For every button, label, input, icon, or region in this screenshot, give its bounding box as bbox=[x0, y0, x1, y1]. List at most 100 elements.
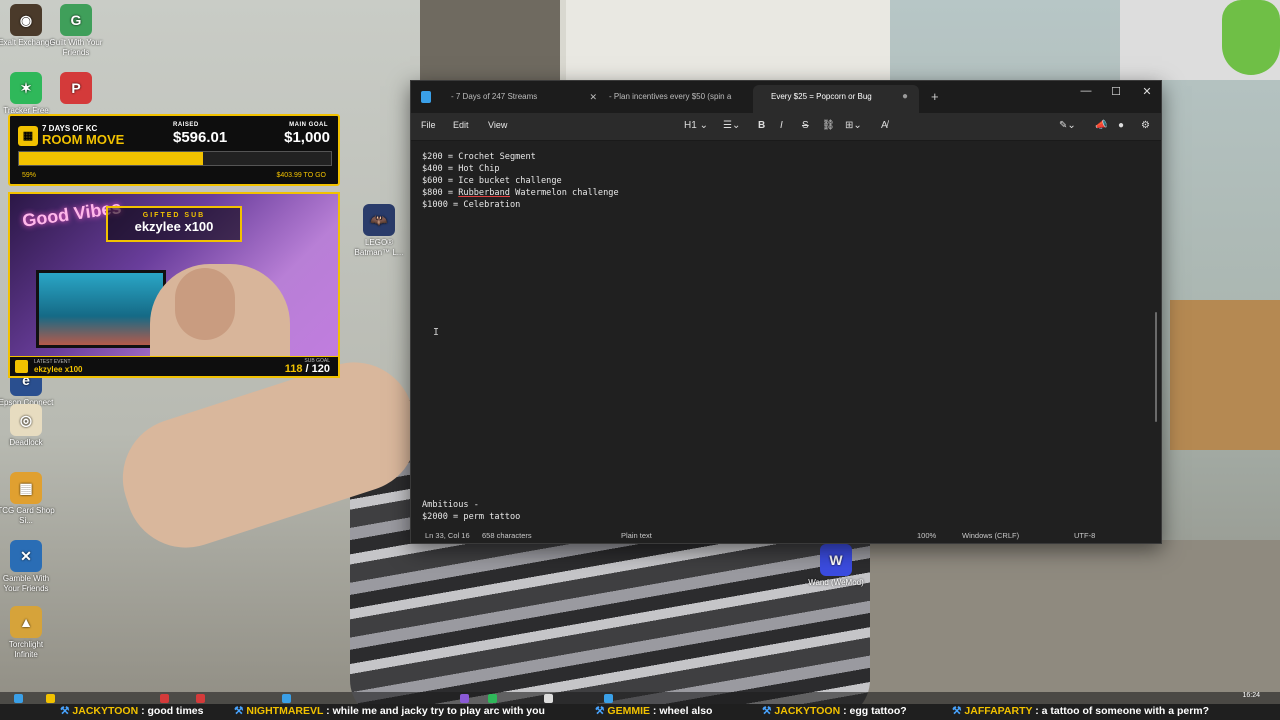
clear-formatting-icon[interactable]: A̸ bbox=[881, 120, 888, 131]
tab-label: Every $25 = Popcorn or Bug bbox=[771, 92, 872, 101]
chat-message: ⚒ JACKYTOON : good times bbox=[60, 705, 204, 717]
start-button-icon[interactable] bbox=[14, 694, 23, 703]
guilt-with-friends-icon: G bbox=[60, 4, 92, 36]
desktop-icon-gamble-with-friends[interactable]: ✕ Gamble With Your Friends bbox=[0, 540, 56, 594]
menu-bar: File Edit View H1 ⌄ ☰⌄ B I S ⛓ ⊞⌄ A̸ ✎⌄ … bbox=[411, 113, 1161, 141]
account-icon[interactable]: ● bbox=[1118, 120, 1124, 131]
taskbar-app-icon[interactable] bbox=[460, 694, 469, 703]
notepad-app-icon bbox=[421, 91, 431, 103]
latest-event-icon bbox=[15, 360, 28, 373]
chat-text: : a tattoo of someone with a perm? bbox=[1032, 705, 1210, 717]
bold-button[interactable]: B bbox=[758, 120, 765, 131]
wand-wemod-icon: W bbox=[820, 544, 852, 576]
desktop-icon-tcg-card-shop[interactable]: ▦ TCG Card Shop Si... bbox=[0, 472, 56, 526]
raised-value: $596.01 bbox=[173, 129, 228, 146]
editor-line: $1000 = Celebration bbox=[422, 200, 521, 210]
chat-message: ⚒ JAFFAPARTY : a tattoo of someone with a… bbox=[952, 705, 1209, 717]
copilot-icon[interactable]: ✎⌄ bbox=[1059, 120, 1076, 131]
tab-plan-incentives[interactable]: - Plan incentives every $50 (spin a bbox=[591, 85, 749, 113]
taskbar: 16:24 bbox=[0, 692, 1280, 704]
link-icon[interactable]: ⛓ bbox=[822, 120, 835, 131]
sub-goal-total: / 120 bbox=[305, 363, 330, 375]
format-indicator[interactable]: Plain text bbox=[621, 531, 652, 540]
desktop-icon-label: Gamble With Your Friends bbox=[2, 574, 50, 593]
new-tab-button[interactable]: + bbox=[931, 89, 939, 104]
chat-text: : while me and jacky try to play arc wit… bbox=[323, 705, 545, 717]
editor-line: $2000 = perm tattoo bbox=[422, 512, 521, 522]
chat-message: ⚒ GEMMIE : wheel also bbox=[595, 705, 712, 717]
taskbar-app-icon[interactable] bbox=[160, 694, 169, 703]
line-ending[interactable]: Windows (CRLF) bbox=[962, 531, 1019, 540]
chat-username: JACKYTOON bbox=[72, 705, 139, 717]
chat-ticker: ⚒ JACKYTOON : good times ⚒ NIGHTMAREVL : wh… bbox=[0, 704, 1280, 720]
desktop-icon-label: TCG Card Shop Si... bbox=[0, 506, 55, 525]
moderator-badge-icon: ⚒ bbox=[60, 705, 70, 717]
tab-7-days[interactable]: - 7 Days of 247 Streams ✕ bbox=[433, 85, 607, 113]
table-dropdown-icon[interactable]: ⊞⌄ bbox=[845, 120, 862, 131]
close-button[interactable]: ✕ bbox=[1132, 85, 1162, 98]
notepad-taskbar-icon[interactable] bbox=[604, 694, 613, 703]
main-goal-value: $1,000 bbox=[284, 129, 330, 146]
desktop-icon-guilt-with-friends[interactable]: G Guilt With Your Friends bbox=[46, 4, 106, 58]
taskbar-clock[interactable]: 16:24 bbox=[1242, 692, 1260, 699]
desktop-icon-label: Guilt With Your Friends bbox=[49, 38, 103, 57]
chevron-down-icon: ⌄ bbox=[699, 120, 708, 131]
chat-text: : good times bbox=[138, 705, 204, 717]
desktop-icon-lego-batman[interactable]: 🦇 LEGO® Batman™ L... bbox=[349, 204, 409, 258]
tab-label: - 7 Days of 247 Streams bbox=[451, 92, 538, 101]
zoom-level[interactable]: 100% bbox=[917, 531, 936, 540]
menu-edit[interactable]: Edit bbox=[453, 120, 469, 130]
chat-message: ⚒ JACKYTOON : egg tattoo? bbox=[762, 705, 907, 717]
announcement-icon[interactable]: 📣 bbox=[1095, 120, 1107, 131]
file-explorer-icon[interactable] bbox=[46, 694, 55, 703]
settings-gear-icon[interactable]: ⚙ bbox=[1141, 120, 1150, 131]
character-count: 658 characters bbox=[482, 531, 532, 540]
tab-label: - Plan incentives every $50 (spin a bbox=[609, 92, 732, 101]
taskbar-app-icon[interactable] bbox=[488, 694, 497, 703]
heading-label: H1 bbox=[684, 120, 697, 131]
desktop-icon-label: Torchlight Infinite bbox=[8, 640, 44, 659]
strikethrough-button[interactable]: S bbox=[802, 120, 809, 131]
encoding[interactable]: UTF-8 bbox=[1074, 531, 1095, 540]
latest-event-bar: LATEST EVENT ekzylee x100 SUB GOAL 118 /… bbox=[10, 356, 338, 376]
goal-progress-bar bbox=[18, 151, 332, 166]
moderator-badge-icon: ⚒ bbox=[952, 705, 962, 717]
sub-goal-current: 118 bbox=[284, 363, 303, 375]
moderator-badge-icon: ⚒ bbox=[234, 705, 244, 717]
editor-line: $600 = Ice bucket challenge bbox=[422, 176, 562, 186]
goal-progress-fill bbox=[19, 152, 204, 165]
sub-goal-value: 118 / 120 bbox=[285, 363, 330, 375]
tab-every-25[interactable]: Every $25 = Popcorn or Bug ● bbox=[753, 85, 919, 113]
text-editor[interactable]: $200 = Crochet Segment $400 = Hot Chip $… bbox=[411, 142, 1161, 531]
unsaved-dot-icon[interactable]: ● bbox=[902, 85, 908, 109]
deadlock-icon: ◎ bbox=[10, 404, 42, 436]
taskbar-app-icon[interactable] bbox=[196, 694, 205, 703]
desktop-icon-torchlight-infinite[interactable]: ▲ Torchlight Infinite bbox=[0, 606, 56, 660]
taskbar-app-icon[interactable] bbox=[282, 694, 291, 703]
tcg-card-shop-icon: ▦ bbox=[10, 472, 42, 504]
minimize-button[interactable]: — bbox=[1071, 85, 1101, 97]
vertical-scrollbar[interactable] bbox=[1155, 312, 1157, 422]
exalt-exchange-icon: ◉ bbox=[10, 4, 42, 36]
spellcheck-error-word[interactable]: Rubberband bbox=[458, 188, 510, 198]
status-bar: Ln 33, Col 16 658 characters Plain text … bbox=[411, 529, 1161, 543]
raised-label: RAISED bbox=[173, 122, 199, 128]
italic-button[interactable]: I bbox=[780, 120, 783, 131]
donation-goal-widget: ▦ 7 DAYS OF KC ROOM MOVE RAISED $596.01 … bbox=[8, 114, 340, 186]
moderator-badge-icon: ⚒ bbox=[762, 705, 772, 717]
desktop-icon-pp-app[interactable]: P bbox=[46, 72, 106, 106]
maximize-button[interactable]: ☐ bbox=[1101, 85, 1131, 98]
list-dropdown-icon[interactable]: ☰⌄ bbox=[723, 120, 740, 131]
desktop-icon-deadlock[interactable]: ◎ Deadlock bbox=[0, 404, 56, 448]
editor-line: Ambitious - bbox=[422, 500, 479, 510]
gamble-with-friends-icon: ✕ bbox=[10, 540, 42, 572]
heading-dropdown[interactable]: H1 ⌄ bbox=[684, 120, 708, 131]
desktop-icon-label: Wand (WeMod) bbox=[808, 578, 864, 587]
door bbox=[560, 0, 890, 90]
menu-file[interactable]: File bbox=[421, 120, 436, 130]
text-cursor-icon: I bbox=[433, 327, 440, 338]
menu-view[interactable]: View bbox=[488, 120, 507, 130]
desktop-icon-wand-wemod[interactable]: W Wand (WeMod) bbox=[806, 544, 866, 588]
torchlight-infinite-icon: ▲ bbox=[10, 606, 42, 638]
taskbar-app-icon[interactable] bbox=[544, 694, 553, 703]
